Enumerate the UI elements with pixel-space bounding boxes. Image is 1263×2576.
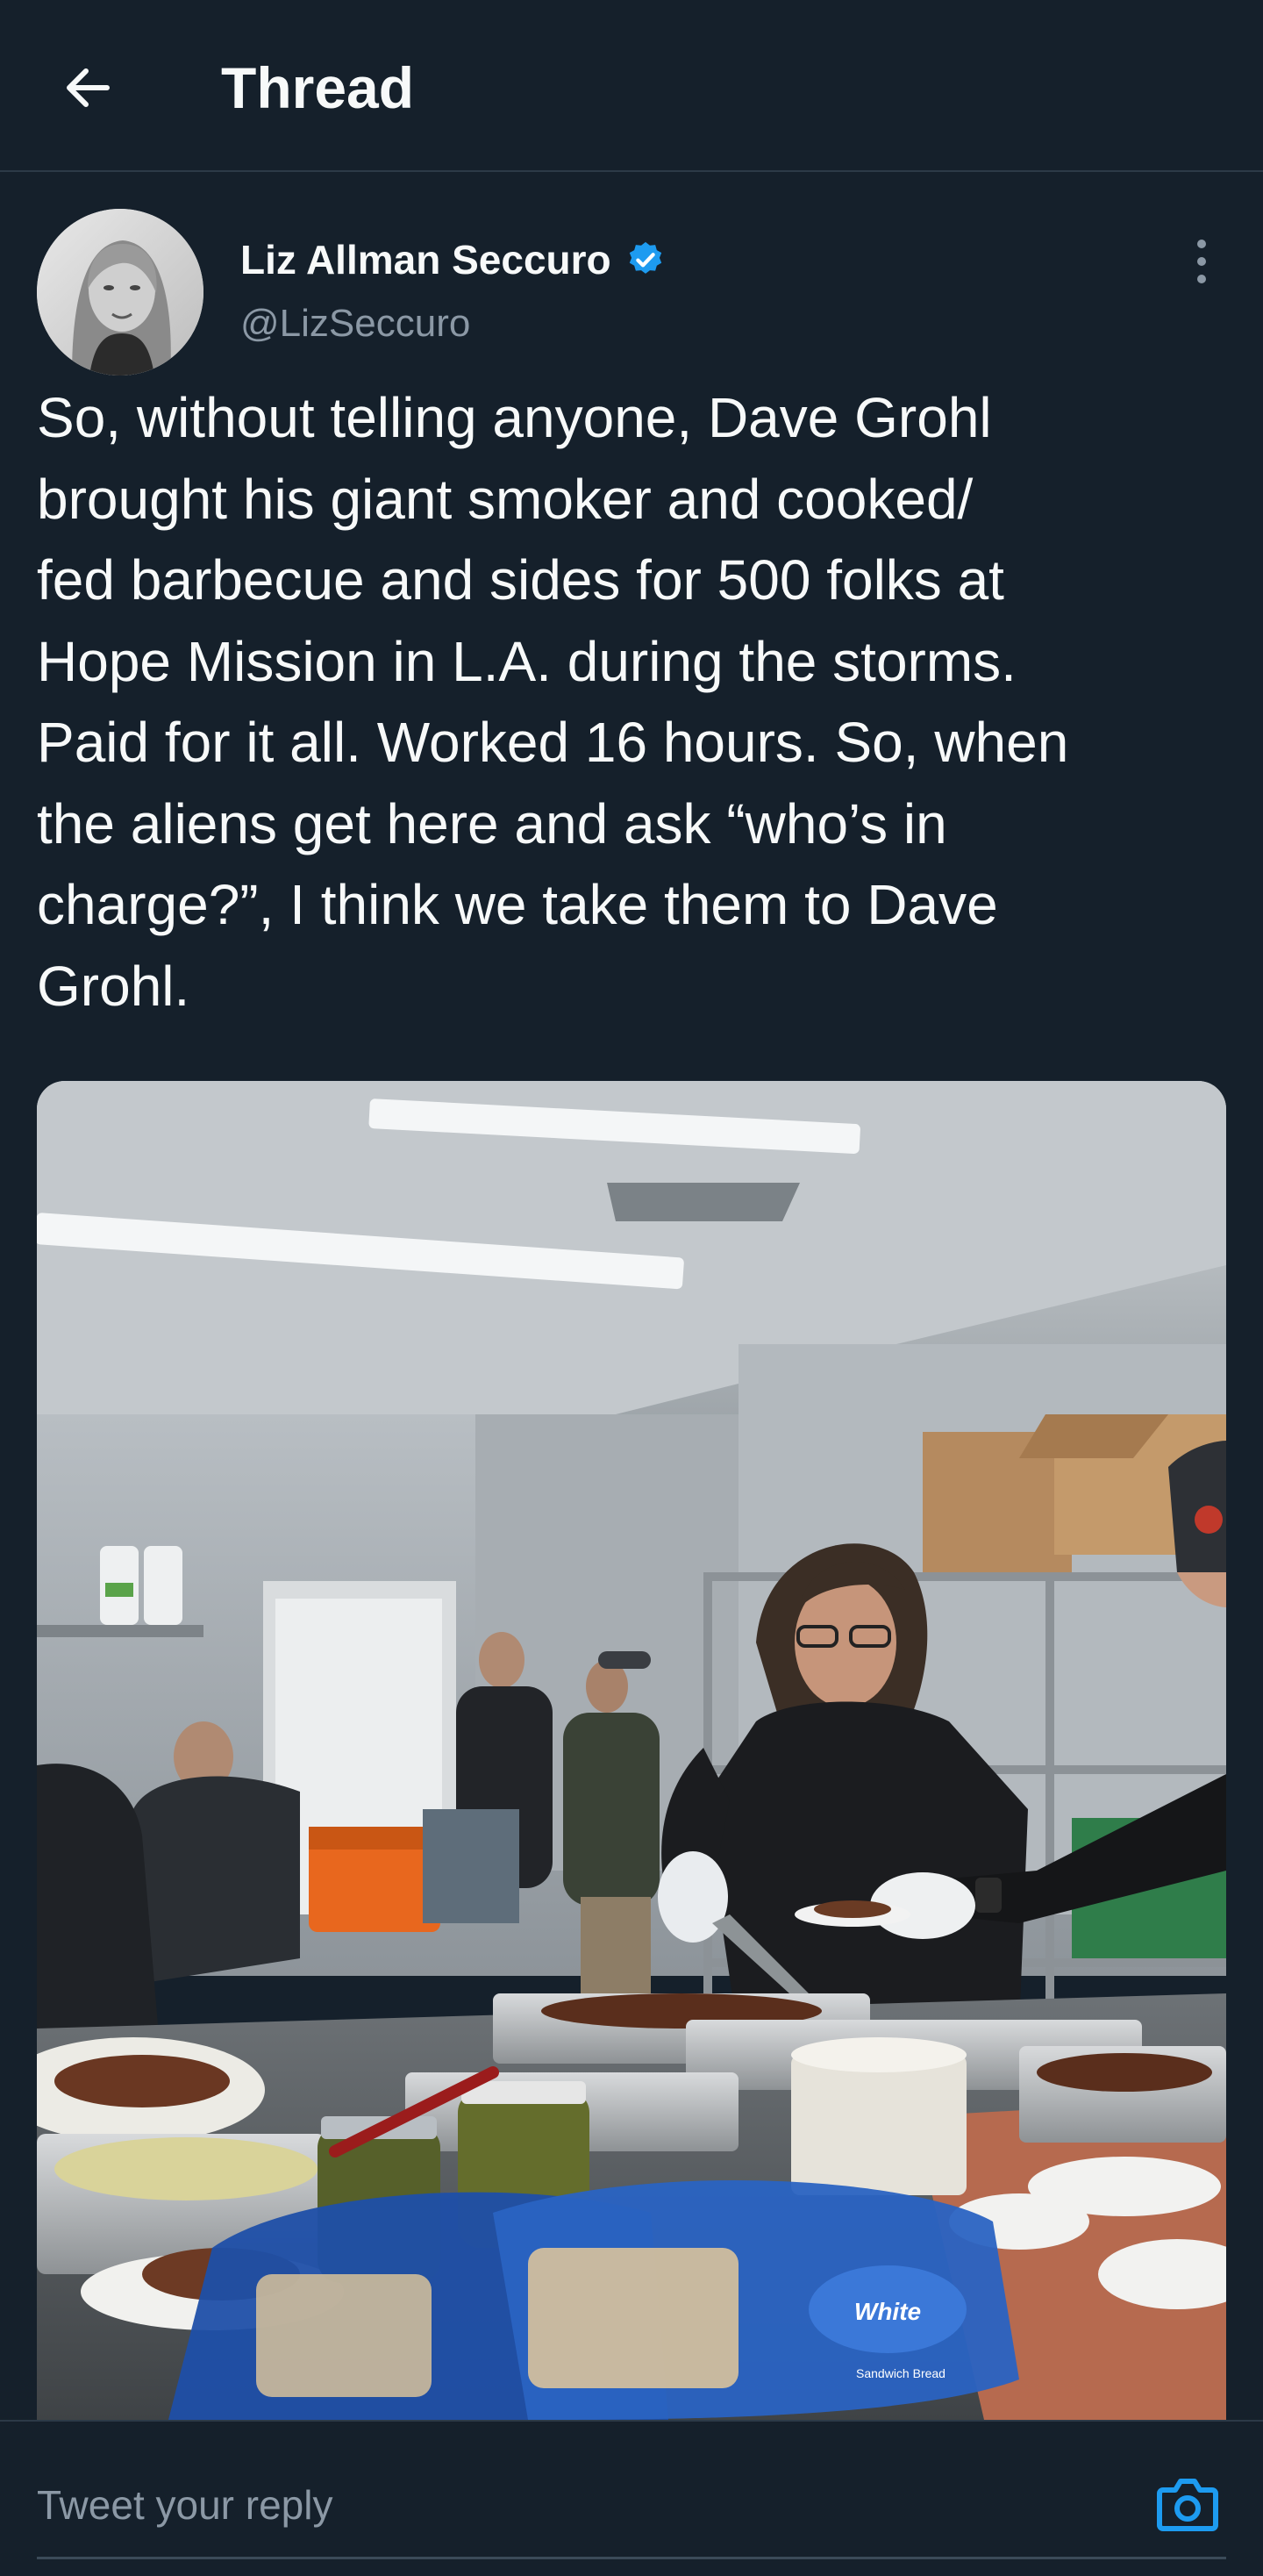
reply-input-underline bbox=[37, 2557, 1226, 2559]
more-vertical-icon bbox=[1197, 240, 1206, 283]
tweet-media[interactable]: White Sandwich Bread bbox=[37, 1081, 1226, 2420]
tweet-text: So, without telling anyone, Dave Grohl b… bbox=[37, 386, 1069, 1018]
top-bar: Thread bbox=[0, 0, 1263, 172]
page-title: Thread bbox=[221, 55, 415, 120]
reply-input[interactable] bbox=[37, 2474, 1089, 2536]
back-button[interactable] bbox=[53, 53, 123, 123]
camera-button[interactable] bbox=[1151, 2471, 1224, 2537]
camera-icon bbox=[1157, 2479, 1218, 2531]
tweet-photo: White Sandwich Bread bbox=[37, 1081, 1226, 2420]
more-options-button[interactable] bbox=[1175, 235, 1228, 288]
reply-bar bbox=[0, 2420, 1263, 2576]
arrow-left-icon bbox=[67, 68, 110, 107]
author-handle[interactable]: @LizSeccuro bbox=[240, 300, 470, 347]
avatar[interactable] bbox=[37, 209, 203, 376]
bread-bag-sublabel: Sandwich Bread bbox=[856, 2366, 945, 2380]
bread-bag-label: White bbox=[854, 2298, 921, 2325]
avatar-photo bbox=[37, 209, 203, 376]
author-name-row[interactable]: Liz Allman Seccuro bbox=[240, 235, 666, 284]
verified-badge-icon bbox=[629, 241, 661, 274]
author-display-name[interactable]: Liz Allman Seccuro bbox=[240, 235, 611, 284]
